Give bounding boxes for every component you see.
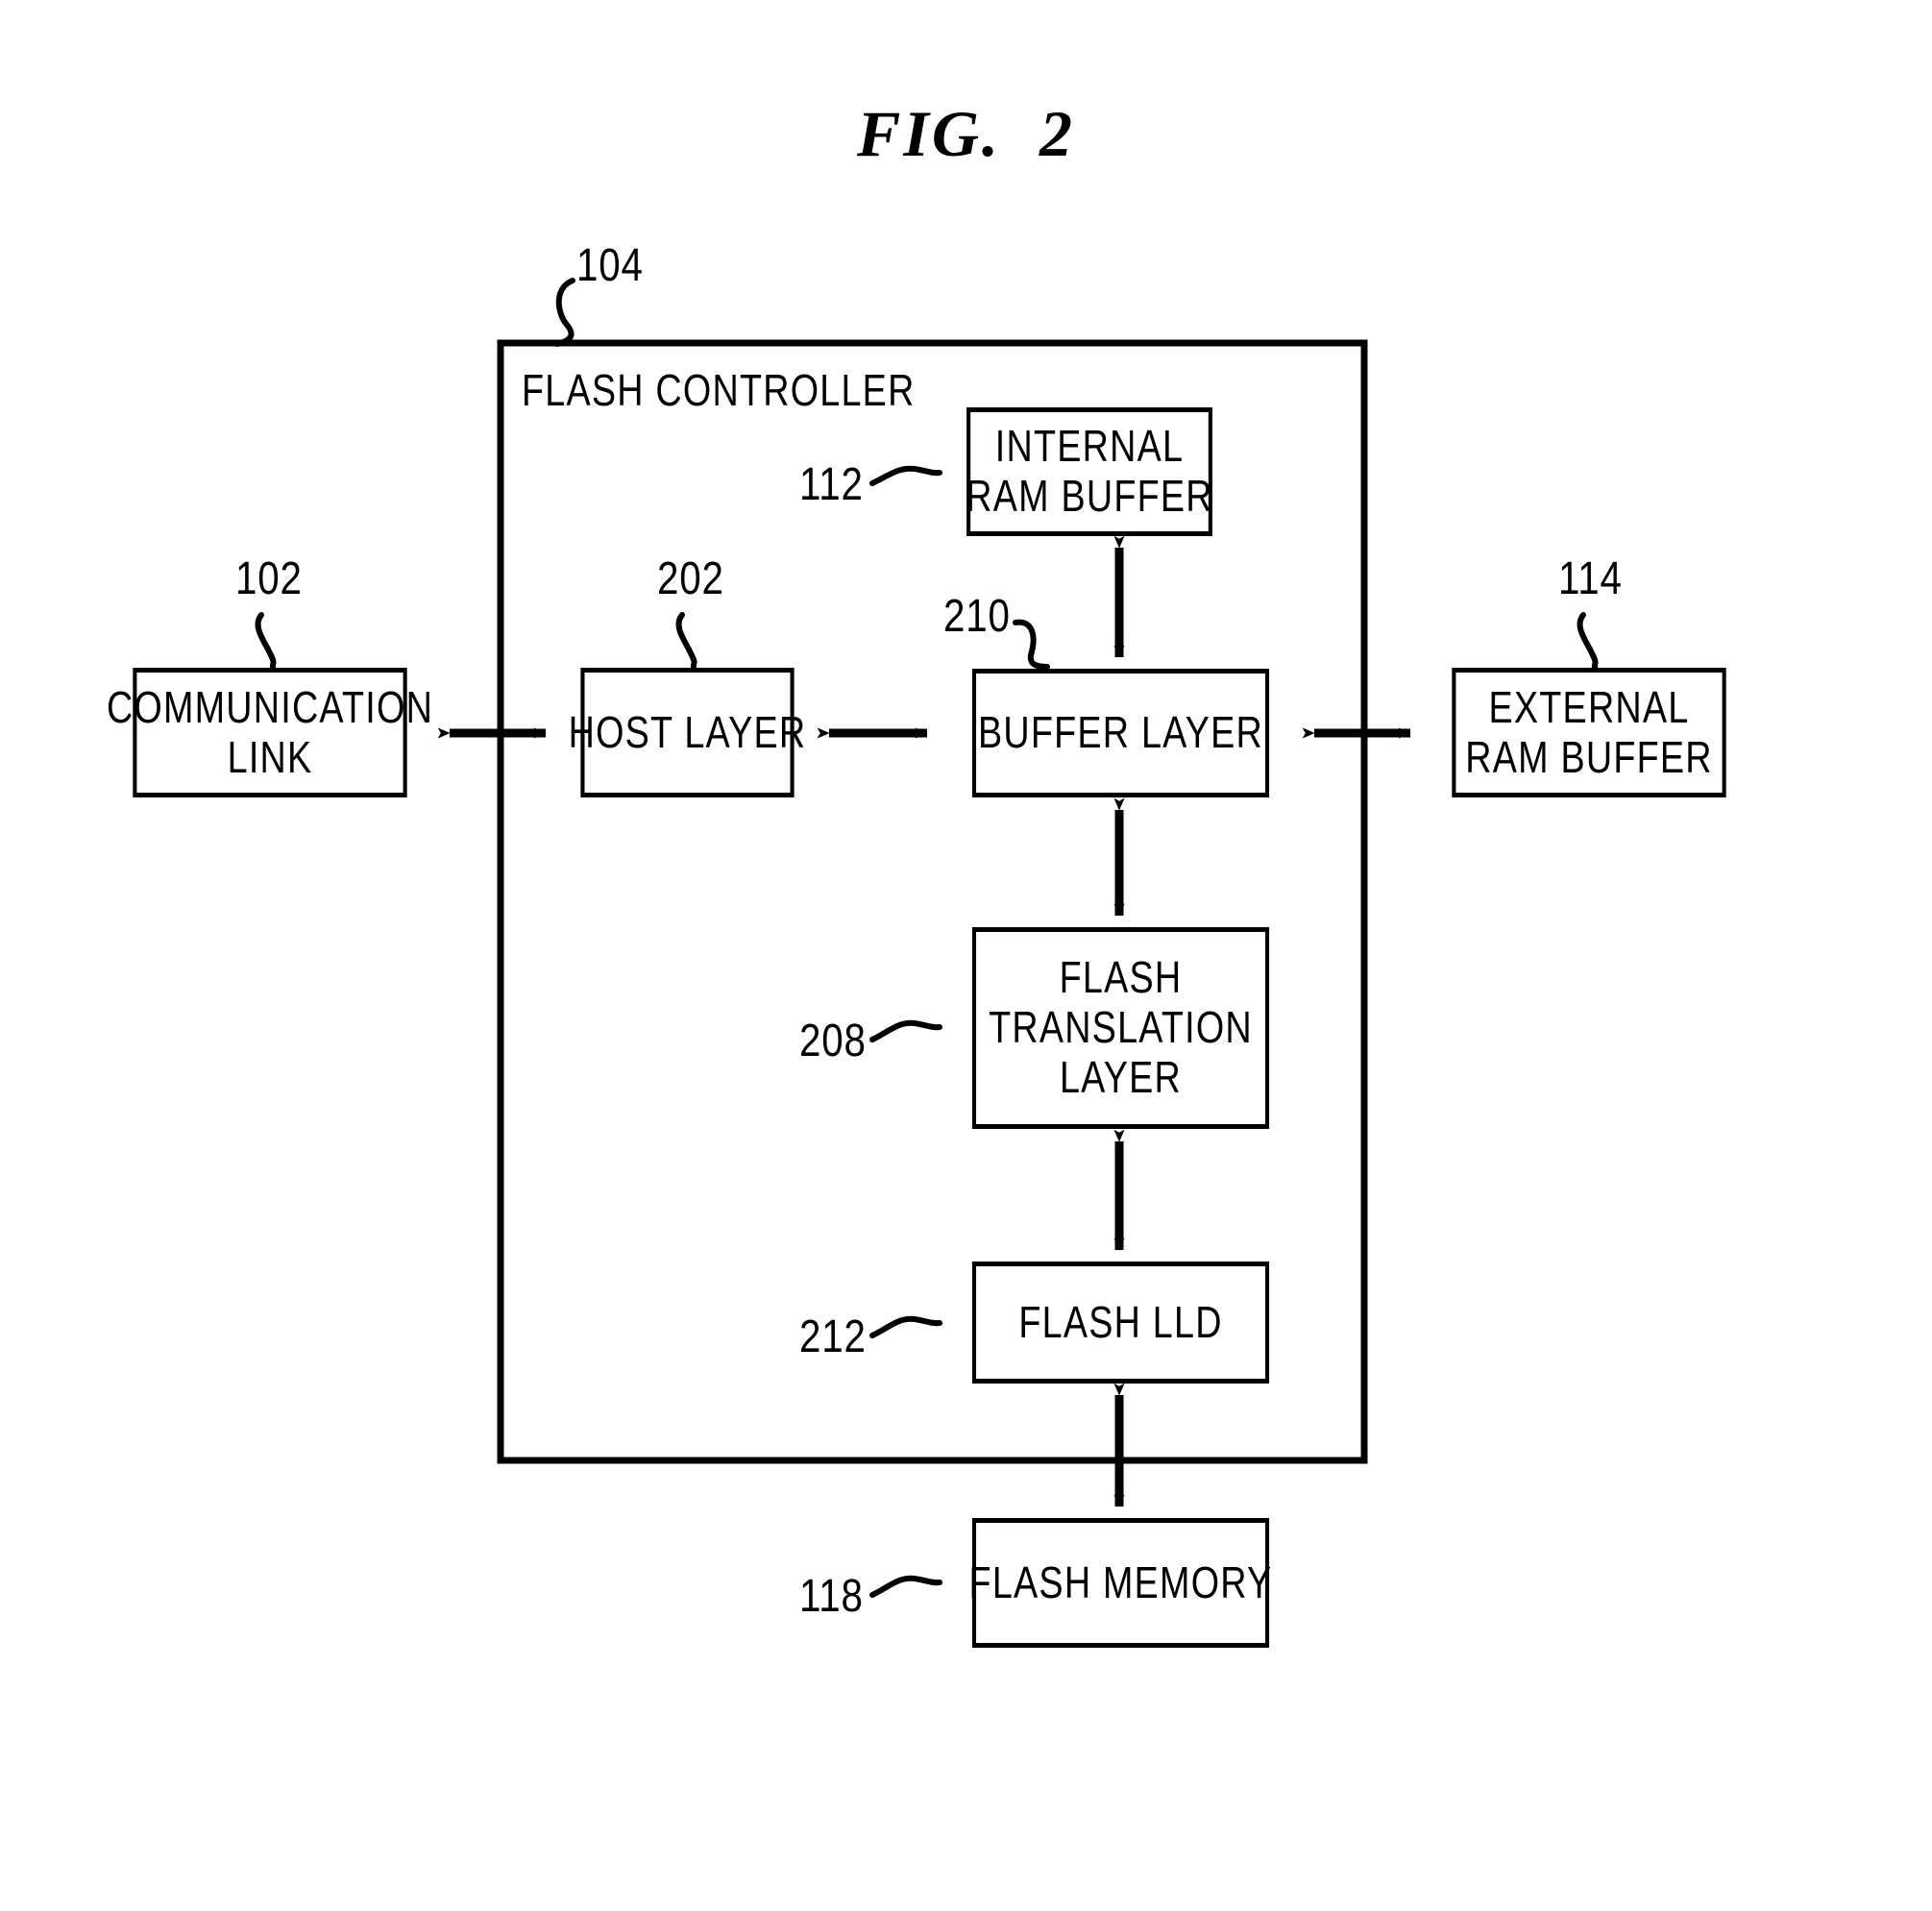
block-external-ram-buffer-line-1: EXTERNAL [1488,681,1690,732]
ref-number-202: 202 [657,553,724,604]
block-host-layer[interactable]: HOST LAYER [569,668,805,797]
block-external-ram-buffer-line-2: RAM BUFFER [1465,731,1713,782]
leader-line-114 [1577,612,1599,671]
leader-line-212 [869,1315,942,1338]
ref-number-210: 210 [943,591,1011,642]
ref-number-208: 208 [799,1016,867,1066]
leader-line-210 [1013,619,1050,670]
flash-controller-label: FLASH CONTROLLER [522,365,916,415]
leader-line-202 [675,612,697,671]
block-buffer-layer-line-1: BUFFER LAYER [977,707,1264,758]
block-flash-memory[interactable]: FLASH MEMORY [969,1518,1271,1648]
ref-number-212: 212 [799,1311,867,1362]
block-communication-link[interactable]: COMMUNICATION LINK [107,668,432,797]
block-flash-translation-layer-line-1: FLASH [1059,952,1183,1003]
block-flash-memory-line-1: FLASH MEMORY [968,1556,1273,1607]
figure-canvas: FIG. 2 FLASH CONTROLLER 104 112 102 202 … [0,0,1932,1911]
block-internal-ram-buffer-line-2: RAM BUFFER [966,471,1213,521]
ref-number-102: 102 [235,553,303,604]
block-communication-link-line-2: LINK [227,731,313,782]
ref-number-114: 114 [1558,553,1623,604]
block-flash-translation-layer[interactable]: FLASH TRANSLATION LAYER [971,927,1270,1129]
ref-number-112: 112 [799,459,864,510]
leader-line-118 [869,1575,942,1598]
block-host-layer-line-1: HOST LAYER [568,706,807,757]
block-flash-translation-layer-line-2: TRANSLATION [989,1002,1253,1053]
ref-number-104: 104 [576,240,644,291]
block-communication-link-line-1: COMMUNICATION [106,681,434,732]
block-buffer-layer[interactable]: BUFFER LAYER [971,669,1270,797]
leader-line-208 [869,1019,942,1042]
block-internal-ram-buffer[interactable]: INTERNAL RAM BUFFER [966,407,1212,536]
block-flash-lld-line-1: FLASH LLD [1018,1296,1223,1347]
block-external-ram-buffer[interactable]: EXTERNAL RAM BUFFER [1452,668,1726,797]
leader-line-104 [554,278,575,347]
block-flash-lld[interactable]: FLASH LLD [971,1262,1270,1384]
leader-line-112 [869,465,942,486]
block-internal-ram-buffer-line-1: INTERNAL [994,421,1185,472]
leader-line-102 [255,612,277,671]
ref-number-118: 118 [799,1571,864,1622]
block-flash-translation-layer-line-3: LAYER [1059,1051,1183,1102]
diagram-vector-layer [255,278,1599,1598]
